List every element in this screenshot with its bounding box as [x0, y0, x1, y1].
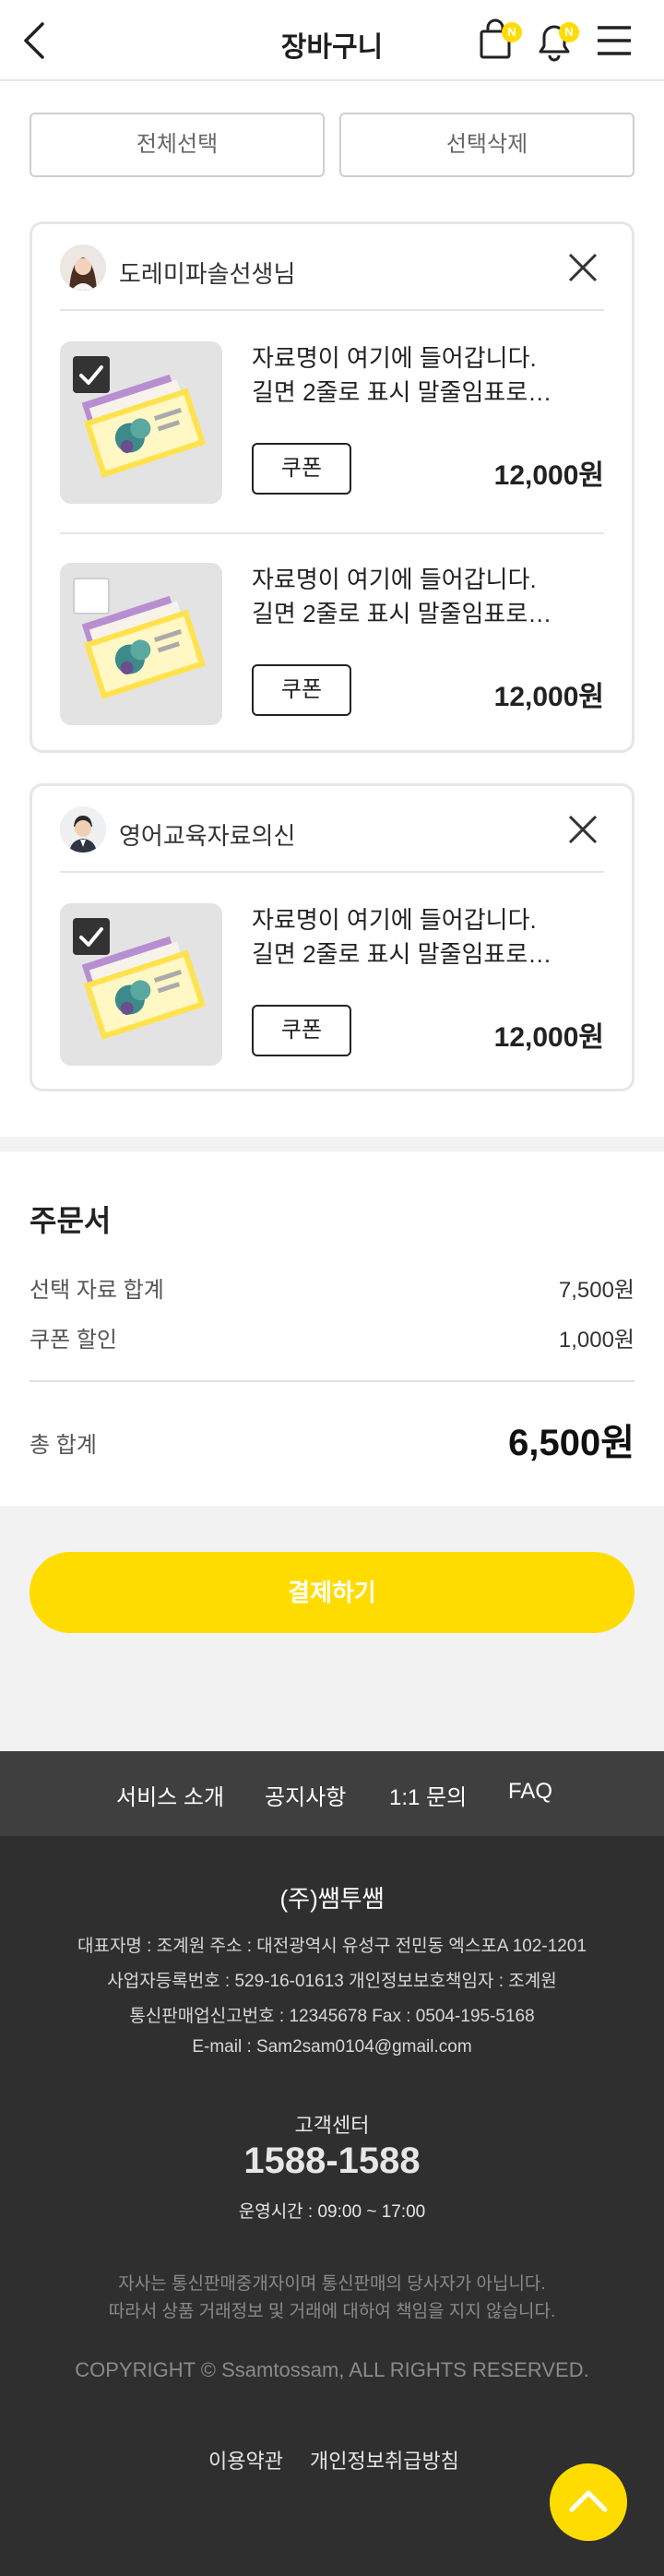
avatar — [60, 244, 106, 291]
terms-link[interactable]: 이용약관 — [208, 2445, 283, 2475]
chevron-up-icon — [569, 2490, 608, 2512]
pay-button[interactable]: 결제하기 — [30, 1552, 634, 1633]
remove-seller-button[interactable] — [562, 808, 604, 851]
back-button[interactable] — [17, 18, 53, 63]
footer-nav: 서비스 소개 공지사항 1:1 문의 FAQ — [0, 1751, 664, 1836]
cart-item: 자료명이 여기에 들어갑니다. 길면 2줄로 표시 말줄임표로… 쿠폰 12,0… — [60, 341, 604, 507]
notification-button[interactable]: N — [531, 17, 579, 65]
footer-link-service[interactable]: 서비스 소개 — [116, 1779, 224, 1811]
cart-item: 자료명이 여기에 들어갑니다. 길면 2줄로 표시 말줄임표로… 쿠폰 12,0… — [60, 903, 604, 1069]
coupon-button[interactable]: 쿠폰 — [252, 443, 351, 495]
item-title: 자료명이 여기에 들어갑니다. 길면 2줄로 표시 말줄임표로… — [252, 344, 552, 406]
item-checkbox[interactable] — [73, 918, 110, 955]
customer-center-phone: 1588-1588 — [243, 2141, 421, 2181]
privacy-link[interactable]: 개인정보취급방침 — [310, 2445, 459, 2475]
company-email: E-mail : Sam2sam0104@gmail.com — [192, 2037, 472, 2057]
discount-label: 쿠폰 할인 — [30, 1328, 117, 1353]
section-separator — [0, 1137, 664, 1151]
close-icon — [568, 815, 598, 844]
customer-center-hours: 운영시간 : 09:00 ~ 17:00 — [238, 2202, 426, 2222]
item-checkbox[interactable] — [73, 578, 110, 614]
discount-value: 1,000원 — [558, 1328, 634, 1353]
customer-center-label: 고객센터 — [294, 2114, 370, 2137]
close-icon — [568, 253, 598, 282]
seller-name: 도레미파솔선생님 — [119, 260, 296, 288]
total-value: 6,500원 — [508, 1423, 634, 1463]
cart-badge: N — [502, 22, 522, 42]
copyright: COPYRIGHT © Ssamtossam, ALL RIGHTS RESER… — [75, 2358, 589, 2381]
footer-link-faq[interactable]: FAQ — [508, 1779, 552, 1805]
footer-link-notice[interactable]: 공지사항 — [265, 1779, 346, 1811]
item-checkbox[interactable] — [73, 356, 110, 393]
total-label: 총 합계 — [30, 1433, 97, 1458]
divider — [60, 309, 604, 311]
chevron-left-icon — [24, 22, 44, 59]
seller-header: 영어교육자료의신 — [60, 805, 604, 856]
item-price: 12,000원 — [493, 460, 604, 491]
company-info: 대표자명 : 조계원 주소 : 대전광역시 유성구 전민동 엑스포A 102-1… — [77, 1937, 587, 1956]
hamburger-menu-icon — [598, 26, 631, 55]
disclaimer: 자사는 통신판매중개자이며 통신판매의 당사자가 아닙니다. — [118, 2274, 546, 2294]
seller-card: 도레미파솔선생님 자료명이 여기에 들어갑니다. 길면 2줄로 표시 말줄임표로… — [30, 221, 634, 753]
company-info: 사업자등록번호 : 529-16-01613 개인정보보호책임자 : 조계원 — [107, 1972, 557, 1991]
seller-header: 도레미파솔선생님 — [60, 243, 604, 294]
item-title: 자료명이 여기에 들어갑니다. 길면 2줄로 표시 말줄임표로… — [252, 906, 552, 968]
avatar — [60, 806, 106, 853]
remove-seller-button[interactable] — [562, 246, 604, 289]
subtotal-label: 선택 자료 합계 — [30, 1278, 164, 1303]
order-title: 주문서 — [30, 1204, 112, 1237]
item-title: 자료명이 여기에 들어갑니다. 길면 2줄로 표시 말줄임표로… — [252, 566, 552, 627]
subtotal-value: 7,500원 — [558, 1278, 634, 1303]
divider — [60, 532, 604, 534]
coupon-button[interactable]: 쿠폰 — [252, 664, 351, 716]
checkmark-icon — [79, 927, 103, 947]
notification-badge: N — [559, 22, 579, 42]
scroll-top-button[interactable] — [550, 2463, 627, 2541]
disclaimer: 따라서 상품 거래정보 및 거래에 대하여 책임을 지지 않습니다. — [108, 2302, 556, 2321]
item-price: 12,000원 — [493, 682, 604, 712]
checkmark-icon — [79, 365, 103, 385]
menu-button[interactable] — [590, 17, 638, 65]
footer-link-inquiry[interactable]: 1:1 문의 — [389, 1779, 467, 1811]
coupon-button[interactable]: 쿠폰 — [252, 1005, 351, 1056]
cart-item: 자료명이 여기에 들어갑니다. 길면 2줄로 표시 말줄임표로… 쿠폰 12,0… — [60, 563, 604, 729]
seller-card: 영어교육자료의신 자료명이 여기에 들어갑니다. 길면 2줄로 표시 말줄임표로… — [30, 783, 634, 1091]
company-info: 통신판매업신고번호 : 12345678 Fax : 0504-195-5168 — [129, 2007, 535, 2026]
divider — [60, 871, 604, 873]
app-header: 장바구니 N N — [0, 0, 664, 81]
delete-selected-button[interactable]: 선택삭제 — [339, 113, 634, 177]
seller-name: 영어교육자료의신 — [119, 822, 296, 850]
cart-button[interactable]: N — [474, 17, 522, 65]
select-all-button[interactable]: 전체선택 — [30, 113, 325, 177]
divider — [30, 1380, 634, 1382]
item-price: 12,000원 — [493, 1022, 604, 1053]
company-name: (주)쌤투쌤 — [279, 1885, 385, 1913]
